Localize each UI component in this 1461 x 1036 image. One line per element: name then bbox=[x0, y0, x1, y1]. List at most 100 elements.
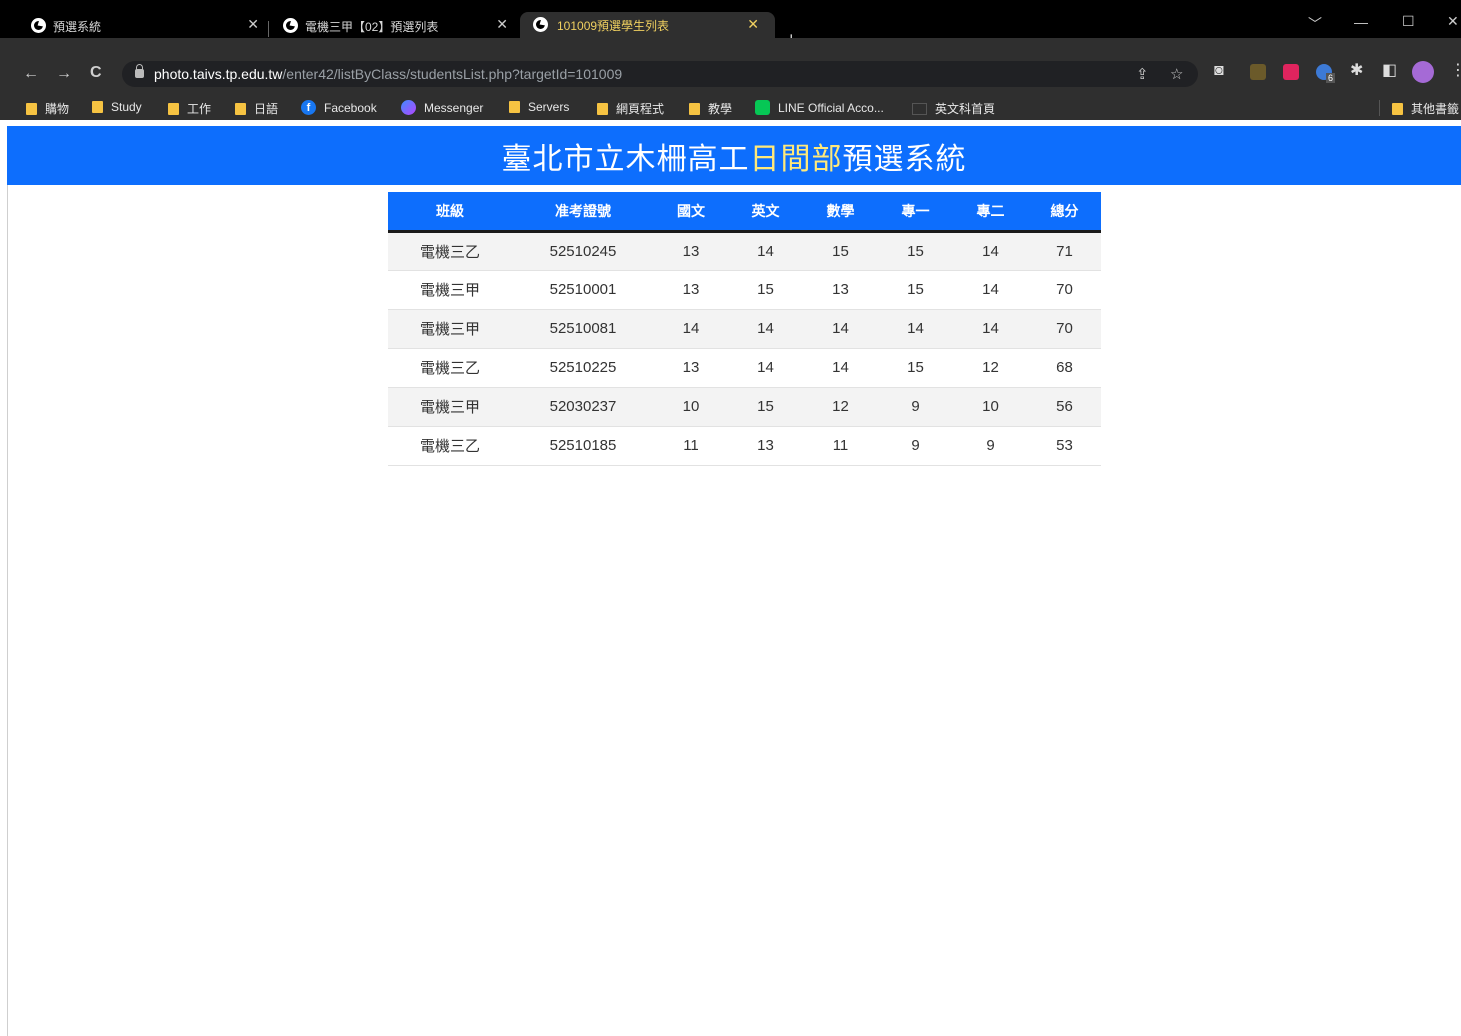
bookmark-facebook[interactable]: f Facebook bbox=[301, 100, 377, 115]
tab-1[interactable]: 預選系統 ✕ bbox=[31, 14, 259, 38]
cell-total: 53 bbox=[1028, 425, 1101, 466]
page-border bbox=[7, 185, 8, 1036]
cell-class: 電機三甲 bbox=[388, 386, 512, 426]
cell-major-2: 14 bbox=[953, 230, 1028, 270]
reload-icon[interactable]: C bbox=[90, 65, 102, 81]
bookmark-shopping[interactable]: 購物 bbox=[26, 100, 69, 117]
globe-icon bbox=[283, 18, 298, 33]
bookmark-japanese[interactable]: 日語 bbox=[235, 100, 278, 117]
bookmark-work[interactable]: 工作 bbox=[168, 100, 211, 117]
forward-icon[interactable]: → bbox=[56, 66, 72, 82]
bookmark-label: 教學 bbox=[708, 102, 733, 116]
cell-major-1: 15 bbox=[878, 347, 953, 387]
globe-icon bbox=[31, 18, 46, 33]
lock-icon[interactable] bbox=[135, 64, 144, 78]
menu-kebab-icon[interactable]: ⋮ bbox=[1450, 62, 1461, 80]
puzzle-icon[interactable]: ✱ bbox=[1350, 62, 1363, 80]
browser-toolbar: ← → C photo.taivs.tp.edu.tw/enter42/list… bbox=[0, 38, 1461, 96]
tab-strip: 預選系統 ✕ 電機三甲【02】預選列表 ✕ 101009預選學生列表 ✕ + bbox=[0, 8, 1461, 48]
folder-icon bbox=[1392, 102, 1403, 115]
globe-icon bbox=[533, 17, 548, 32]
cell-english: 14 bbox=[728, 230, 803, 270]
cell-class: 電機三甲 bbox=[388, 269, 512, 309]
back-icon[interactable]: ← bbox=[23, 66, 39, 82]
maximize-icon[interactable]: ☐ bbox=[1402, 13, 1415, 30]
tab-2[interactable]: 電機三甲【02】預選列表 ✕ bbox=[283, 14, 508, 38]
table-row: 電機三乙 52510225 13 14 14 15 12 68 bbox=[388, 347, 1101, 387]
cell-chinese: 13 bbox=[654, 269, 728, 309]
table-row: 電機三甲 52510081 14 14 14 14 14 70 bbox=[388, 308, 1101, 348]
cell-english: 15 bbox=[728, 269, 803, 309]
cell-chinese: 10 bbox=[654, 386, 728, 426]
bookmark-label: LINE Official Acco... bbox=[778, 100, 884, 115]
cell-total: 68 bbox=[1028, 347, 1101, 387]
tab-search-icon[interactable]: ﹀ bbox=[1308, 14, 1322, 34]
messenger-icon bbox=[401, 100, 416, 115]
line-icon bbox=[755, 100, 770, 115]
bookmark-label: Facebook bbox=[324, 100, 377, 115]
bookmark-line[interactable]: LINE Official Acco... bbox=[755, 100, 884, 115]
folder-icon bbox=[168, 102, 179, 115]
notion-extension-icon[interactable]: ◙ bbox=[1214, 62, 1224, 80]
bookmark-teaching[interactable]: 教學 bbox=[689, 100, 732, 117]
extension-badge-count: 6 bbox=[1326, 73, 1336, 83]
url-host: photo.taivs.tp.edu.tw bbox=[154, 66, 283, 82]
bookmark-star-icon[interactable]: ☆ bbox=[1170, 65, 1183, 83]
folder-icon bbox=[26, 102, 37, 115]
bookmark-web-programs[interactable]: 網頁程式 bbox=[597, 100, 664, 117]
share-icon[interactable]: ⇪ bbox=[1136, 65, 1149, 83]
cell-math: 14 bbox=[803, 347, 878, 387]
cell-class: 電機三乙 bbox=[388, 425, 512, 466]
table-row: 電機三甲 52510001 13 15 13 15 14 70 bbox=[388, 269, 1101, 309]
bookmark-english-home[interactable]: 英文科首頁 bbox=[912, 100, 995, 117]
owl-extension-icon[interactable] bbox=[1250, 64, 1266, 80]
cell-major-2: 12 bbox=[953, 347, 1028, 387]
close-icon[interactable]: ✕ bbox=[247, 16, 259, 33]
cell-total: 70 bbox=[1028, 269, 1101, 309]
tab-3-active[interactable]: 101009預選學生列表 ✕ bbox=[520, 12, 775, 38]
close-icon[interactable]: ✕ bbox=[747, 16, 759, 33]
cell-english: 15 bbox=[728, 386, 803, 426]
cell-chinese: 11 bbox=[654, 425, 728, 466]
header-english: 英文 bbox=[728, 192, 803, 233]
bookmark-label: 購物 bbox=[45, 102, 70, 116]
student-score-table: 班級 准考證號 國文 英文 數學 專一 專二 總分 電機三乙 52510245 13… bbox=[388, 192, 1101, 466]
header-major-2: 專二 bbox=[953, 192, 1028, 233]
cell-exam-number: 52030237 bbox=[512, 386, 654, 426]
cell-class: 電機三乙 bbox=[388, 230, 512, 270]
bookmark-servers[interactable]: Servers bbox=[509, 100, 569, 114]
tab-title: 電機三甲【02】預選列表 bbox=[305, 19, 439, 34]
cell-math: 11 bbox=[803, 425, 878, 466]
minimize-icon[interactable]: — bbox=[1354, 14, 1368, 30]
tab-title: 預選系統 bbox=[53, 19, 102, 34]
page-title-school: 臺北市立木柵高工 bbox=[501, 142, 750, 176]
bookmark-study[interactable]: Study bbox=[92, 100, 142, 114]
cell-chinese: 13 bbox=[654, 230, 728, 270]
cell-english: 14 bbox=[728, 308, 803, 348]
address-bar[interactable]: photo.taivs.tp.edu.tw/enter42/listByClas… bbox=[122, 61, 1198, 87]
close-icon[interactable]: ✕ bbox=[496, 16, 508, 33]
bookmark-messenger[interactable]: Messenger bbox=[401, 100, 483, 115]
cell-math: 13 bbox=[803, 269, 878, 309]
video-extension-icon[interactable] bbox=[1283, 64, 1299, 80]
page-title: 臺北市立木柵高工 日間部 預選系統 bbox=[7, 126, 1461, 185]
page-icon bbox=[912, 102, 927, 115]
side-panel-icon[interactable]: ◧ bbox=[1382, 62, 1397, 80]
bookmark-label: Study bbox=[111, 100, 142, 114]
profile-avatar[interactable] bbox=[1412, 61, 1434, 83]
cell-major-2: 14 bbox=[953, 269, 1028, 309]
header-math: 數學 bbox=[803, 192, 878, 233]
table-row: 電機三乙 52510245 13 14 15 15 14 71 bbox=[388, 230, 1101, 270]
header-class: 班級 bbox=[388, 192, 512, 233]
bookmark-label: 工作 bbox=[187, 102, 212, 116]
tab-separator bbox=[268, 21, 269, 37]
bookmark-label: 英文科首頁 bbox=[935, 102, 996, 116]
bookmark-other[interactable]: 其他書籤 bbox=[1392, 100, 1459, 117]
folder-icon bbox=[235, 102, 246, 115]
cell-math: 14 bbox=[803, 308, 878, 348]
cell-class: 電機三乙 bbox=[388, 347, 512, 387]
cell-exam-number: 52510245 bbox=[512, 230, 654, 270]
folder-icon bbox=[689, 102, 700, 115]
window-close-icon[interactable]: ✕ bbox=[1447, 13, 1459, 30]
cell-major-1: 15 bbox=[878, 269, 953, 309]
